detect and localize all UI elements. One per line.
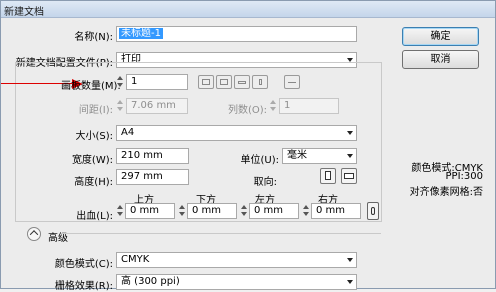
- cancel-button[interactable]: 取消: [402, 50, 479, 69]
- width-input[interactable]: 210 mm: [116, 148, 189, 164]
- raster-select[interactable]: 高 (300 ppi): [116, 274, 357, 290]
- columns-stepper[interactable]: [269, 99, 277, 113]
- bleed-label: 出血(L):: [76, 211, 113, 222]
- new-document-dialog: 新建文档 名称(N): 未标题-1 新建文档配置文件(P): 打印 画板数量(M…: [0, 0, 496, 292]
- color-mode-select[interactable]: CMYK: [116, 252, 357, 268]
- arrange-by-column-icon[interactable]: [252, 75, 268, 89]
- chevron-down-icon: [347, 258, 353, 262]
- portrait-icon[interactable]: [320, 168, 336, 184]
- columns-input[interactable]: 1: [279, 98, 339, 114]
- bleed-top-value: 0 mm: [130, 205, 160, 216]
- ok-button[interactable]: 确定: [402, 27, 479, 46]
- spacing-value: 7.06 mm: [131, 100, 176, 111]
- landscape-icon[interactable]: [341, 168, 357, 184]
- right-to-left-icon[interactable]: [284, 75, 300, 89]
- height-input[interactable]: 297 mm: [116, 169, 189, 185]
- bleed-right-value: 0 mm: [316, 205, 346, 216]
- spacing-input[interactable]: 7.06 mm: [126, 98, 188, 114]
- color-mode-label: 颜色模式(C):: [54, 259, 113, 270]
- units-select[interactable]: 毫米: [282, 148, 357, 164]
- bleed-top-input[interactable]: 0 mm: [125, 203, 175, 219]
- size-value: A4: [121, 127, 135, 138]
- width-value: 210 mm: [121, 150, 163, 161]
- bleed-left-input[interactable]: 0 mm: [249, 203, 299, 219]
- raster-label: 栅格效果(R):: [54, 281, 113, 292]
- chevron-down-icon: [347, 131, 353, 135]
- color-mode-value: CMYK: [121, 254, 150, 265]
- title-bar: 新建文档: [1, 1, 495, 18]
- bleed-right-stepper[interactable]: [302, 204, 310, 218]
- artboards-stepper[interactable]: [116, 75, 124, 89]
- window-title: 新建文档: [4, 7, 44, 18]
- bleed-bottom-stepper[interactable]: [178, 204, 186, 218]
- bleed-bottom-value: 0 mm: [192, 205, 222, 216]
- chevron-down-icon: [347, 280, 353, 284]
- advanced-separator: [61, 233, 381, 234]
- orientation-label: 取向:: [253, 177, 277, 188]
- bleed-left-stepper[interactable]: [240, 204, 248, 218]
- raster-value: 高 (300 ppi): [121, 276, 180, 287]
- height-value: 297 mm: [121, 171, 163, 182]
- artboards-input[interactable]: 1: [126, 74, 188, 90]
- bleed-left-value: 0 mm: [254, 205, 284, 216]
- width-label: 宽度(W):: [71, 155, 113, 166]
- size-select[interactable]: A4: [116, 125, 357, 141]
- columns-value: 1: [284, 100, 291, 111]
- spacing-label: 间距(I):: [78, 105, 113, 116]
- advanced-label: 高级: [48, 233, 68, 244]
- arrange-by-row-icon[interactable]: [234, 75, 250, 89]
- bleed-bottom-input[interactable]: 0 mm: [187, 203, 237, 219]
- columns-label: 列数(O):: [227, 105, 267, 116]
- height-label: 高度(H):: [74, 177, 113, 188]
- artboards-label: 画板数量(M):: [61, 81, 121, 92]
- name-value: 未标题-1: [119, 28, 163, 39]
- name-label: 名称(N):: [74, 32, 113, 43]
- grid-by-column-icon[interactable]: [216, 75, 232, 89]
- chevron-down-icon: [347, 154, 353, 158]
- size-label: 大小(S):: [75, 131, 113, 142]
- info-ppi: PPI:300: [445, 171, 483, 182]
- bleed-top-stepper[interactable]: [116, 204, 124, 218]
- advanced-collapse-icon[interactable]: [27, 227, 41, 241]
- units-value: 毫米: [287, 150, 307, 161]
- spacing-stepper[interactable]: [116, 99, 124, 113]
- bleed-right-input[interactable]: 0 mm: [311, 203, 361, 219]
- name-field[interactable]: 未标题-1: [116, 26, 357, 42]
- artboards-value: 1: [131, 76, 138, 87]
- link-bleed-icon[interactable]: [367, 202, 379, 220]
- units-label: 单位(U):: [240, 155, 280, 166]
- grid-by-row-icon[interactable]: [198, 75, 214, 89]
- info-align-pixel-grid: 对齐像素网格:否: [409, 187, 483, 198]
